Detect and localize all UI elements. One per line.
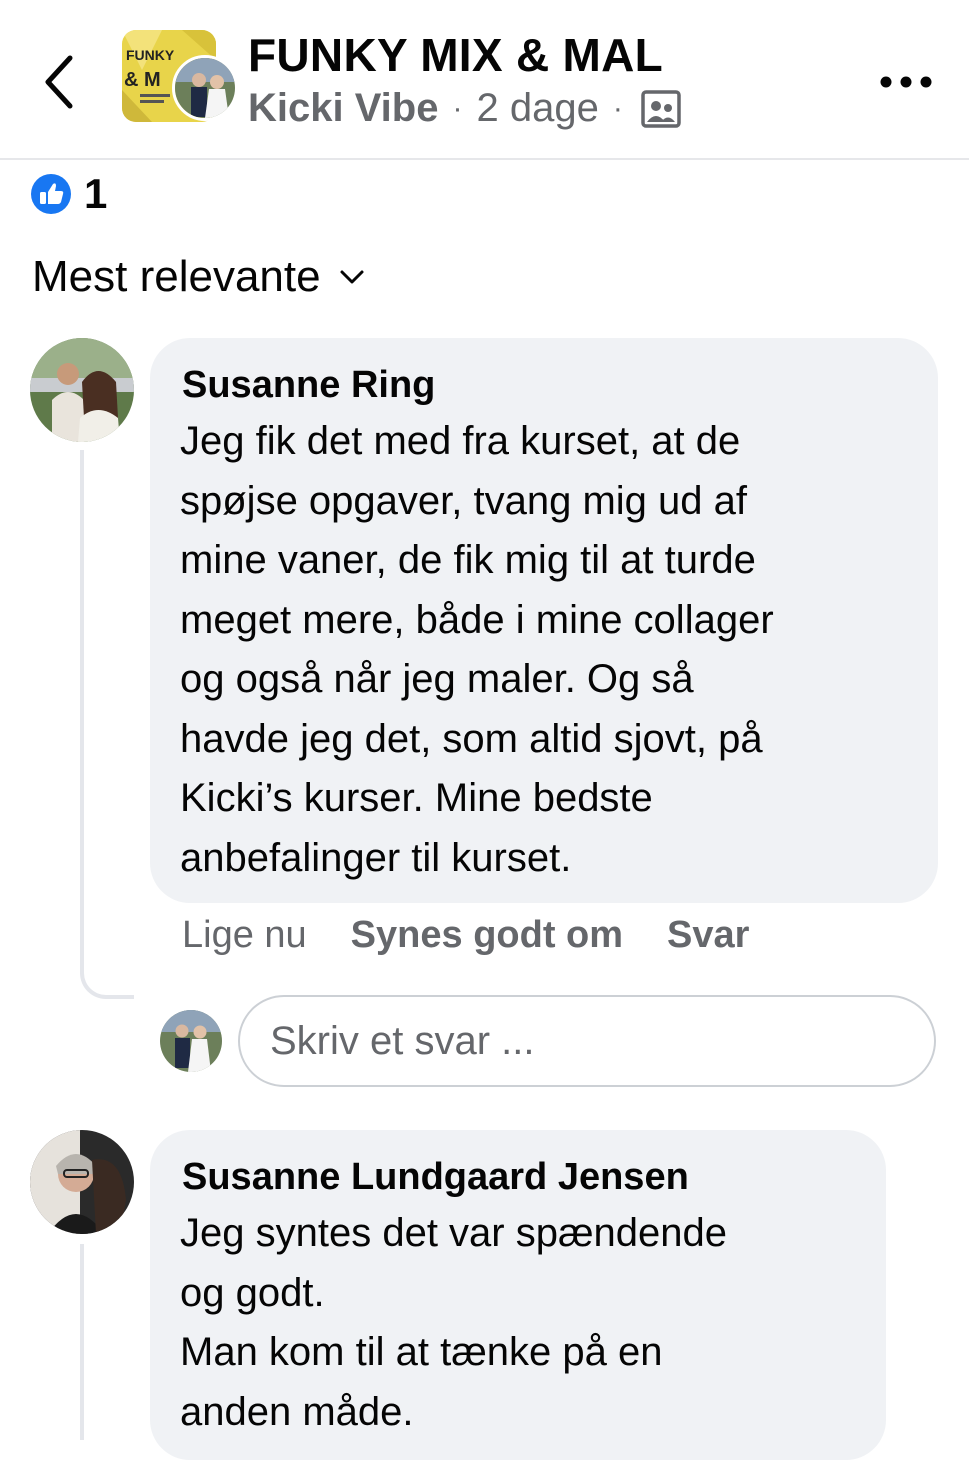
comment-author[interactable]: Susanne Lundgaard Jensen: [182, 1152, 856, 1202]
comment-text: Jeg syntes det var spændende og godt. Ma…: [180, 1211, 728, 1434]
chevron-left-icon[interactable]: [38, 52, 82, 112]
like-icon: [31, 174, 71, 214]
commenter-avatar[interactable]: [30, 1130, 134, 1234]
comment-sort-dropdown[interactable]: Mest relevante: [32, 252, 365, 302]
comment-bubble: Susanne Lundgaard Jensen Jeg syntes det …: [150, 1130, 886, 1460]
group-avatar-line2: & M: [124, 69, 161, 91]
comment-actions: Lige nu Synes godt om Svar: [182, 914, 793, 957]
meta-separator: ·: [452, 91, 463, 125]
group-audience-icon: [641, 89, 681, 128]
sort-label: Mest relevante: [32, 252, 321, 301]
comment-bubble: Susanne Ring Jeg fik det med fra kurset,…: [150, 338, 938, 903]
reaction-summary[interactable]: 1: [30, 170, 107, 218]
comment-author[interactable]: Susanne Ring: [182, 360, 908, 410]
comment-time[interactable]: Lige nu: [182, 914, 307, 957]
commenter-avatar[interactable]: [30, 338, 134, 442]
meta-separator: ·: [612, 91, 623, 125]
reply-input[interactable]: Skriv et svar ...: [238, 995, 936, 1087]
like-button[interactable]: Synes godt om: [351, 914, 623, 957]
author-avatar[interactable]: [172, 55, 238, 121]
group-avatar-line1: FUNKY: [126, 47, 175, 63]
comment-text: Jeg fik det med fra kurset, at de spøjse…: [180, 419, 774, 880]
post-meta: Kicki Vibe · 2 dage ·: [248, 86, 681, 131]
chevron-down-icon: [340, 270, 364, 284]
more-horizontal-icon[interactable]: [878, 62, 934, 102]
thread-connector: [80, 450, 134, 999]
thread-connector: [80, 1244, 84, 1440]
post-time[interactable]: 2 dage: [476, 86, 598, 131]
reply-placeholder: Skriv et svar ...: [270, 1018, 535, 1063]
reaction-count: 1: [84, 170, 108, 217]
group-name[interactable]: FUNKY MIX & MAL: [248, 28, 663, 82]
current-user-avatar: [160, 1010, 222, 1072]
post-header: FUNKY & M FUNKY MIX & MAL Kicki Vibe · 2…: [0, 0, 969, 160]
post-author[interactable]: Kicki Vibe: [248, 86, 438, 131]
reply-button[interactable]: Svar: [667, 914, 749, 957]
